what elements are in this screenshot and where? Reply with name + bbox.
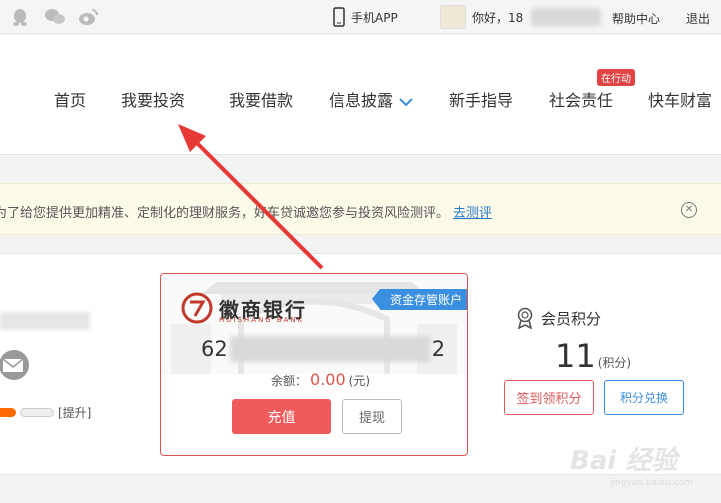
points-exchange-button[interactable]: 积分兑换 (604, 380, 684, 415)
points-title: 会员积分 (541, 309, 602, 328)
watermark-url: jingyan.baidu.com (610, 478, 694, 488)
avatar[interactable] (440, 5, 466, 29)
medal-icon (517, 307, 533, 329)
help-center-link[interactable]: 帮助中心 (612, 10, 660, 27)
nav-home[interactable]: 首页 (54, 87, 86, 111)
points-value: 11 (积分) (555, 337, 631, 375)
top-bar: 手机APP 你好，18 帮助中心 退出 (0, 0, 721, 34)
greeting-text: 你好，18 (472, 10, 524, 25)
nav-invest[interactable]: 我要投资 (121, 87, 185, 111)
level-upgrade-link[interactable]: [提升] (58, 404, 91, 421)
nav-social-responsibility[interactable]: 社会责任 (549, 87, 613, 111)
user-greeting[interactable]: 你好，18 (440, 5, 602, 29)
card-number-suffix: 2 (431, 337, 446, 361)
masked-phone-number (531, 8, 602, 26)
close-icon[interactable]: ✕ (681, 202, 697, 218)
chevron-down-icon (399, 97, 413, 106)
card-number-mask (229, 336, 430, 362)
nav-disclosure-label: 信息披露 (329, 91, 394, 110)
points-number: 11 (555, 337, 596, 375)
nav-badge: 在行动 (597, 69, 635, 86)
level-bar-empty (20, 408, 54, 417)
wechat-icon[interactable] (44, 7, 65, 27)
balance: 余额： 0.00 (元) (271, 370, 370, 389)
custody-account-tag: 资金存管账户 (371, 289, 467, 310)
nav-guide[interactable]: 新手指导 (449, 87, 513, 111)
withdraw-button[interactable]: 提现 (342, 399, 402, 434)
nav-disclosure[interactable]: 信息披露 (329, 87, 413, 111)
mail-icon[interactable] (0, 349, 32, 385)
card-number-prefix: 62 (201, 337, 228, 361)
bank-card: 徽商银行 HUISHANG BANK 资金存管账户 62 2 余额： 0.00 (元… (160, 273, 468, 456)
sign-in-points-button[interactable]: 签到领积分 (504, 380, 594, 415)
masked-username (0, 312, 90, 330)
social-links (10, 7, 98, 27)
weibo-icon[interactable] (78, 7, 98, 27)
logout-link[interactable]: 退出 (686, 10, 710, 27)
main-nav: 首页 我要投资 我要借款 信息披露 新手指导 社会责任 在行动 快车财富 (0, 35, 721, 155)
bank-logo-icon (181, 292, 213, 324)
member-points-header: 会员积分 (515, 307, 601, 329)
bank-logo: 徽商银行 HUISHANG BANK (181, 292, 307, 324)
balance-value: 0.00 (310, 370, 346, 389)
security-level: [提升] (0, 404, 91, 421)
nav-borrow[interactable]: 我要借款 (229, 87, 293, 111)
notice-text: 为了给您提供更加精准、定制化的理财服务，好车贷诚邀您参与投资风险测评。 (0, 206, 450, 221)
points-unit: (积分) (597, 356, 632, 370)
qq-icon[interactable] (10, 7, 30, 27)
mobile-app-link[interactable]: 手机APP (333, 7, 398, 27)
risk-assessment-notice: 为了给您提供更加精准、定制化的理财服务，好车贷诚邀您参与投资风险测评。 去测评 ✕ (0, 183, 721, 235)
balance-unit: (元) (348, 374, 371, 388)
watermark-logo: Bai 经验 (570, 446, 678, 476)
phone-icon (333, 7, 345, 27)
level-bar-filled (0, 408, 16, 417)
bank-name-en: HUISHANG BANK (219, 316, 305, 324)
recharge-button[interactable]: 充值 (232, 399, 331, 434)
risk-test-link[interactable]: 去测评 (453, 206, 492, 221)
nav-wealth[interactable]: 快车财富 (648, 87, 712, 111)
mobile-app-label: 手机APP (351, 10, 398, 25)
card-number: 62 2 (201, 336, 445, 362)
balance-label: 余额： (271, 374, 308, 388)
